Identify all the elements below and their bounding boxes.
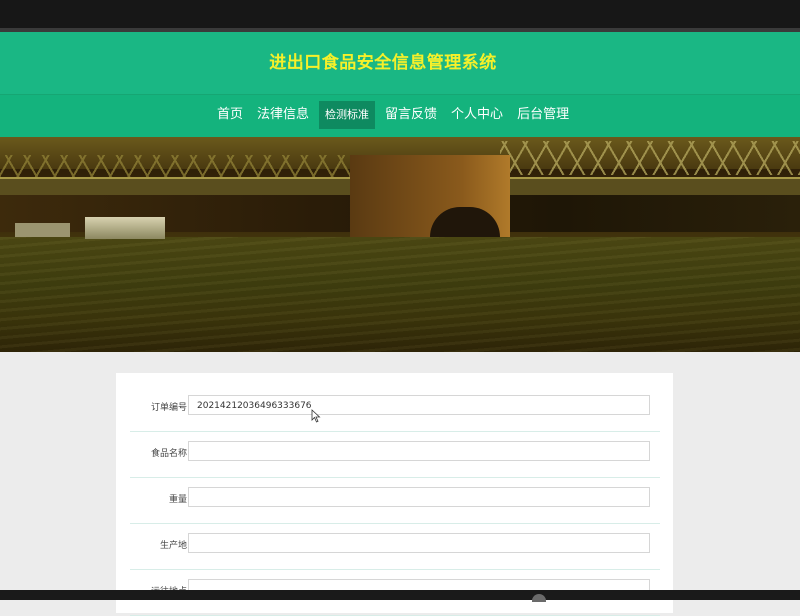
window-top-bar (0, 0, 800, 28)
banner-truss-left (0, 155, 350, 179)
mouse-cursor-icon (311, 409, 321, 423)
order-form: 订单编号： 20214212036496333676 食品名称： 重量： 生产地… (116, 373, 673, 616)
nav-item-home[interactable]: 首页 (213, 101, 247, 129)
weight-input[interactable] (188, 487, 650, 507)
banner-boat (85, 217, 165, 239)
form-row-origin: 生产地： (130, 523, 660, 570)
site-title: 进出口食品安全信息管理系统 (269, 53, 497, 73)
order-number-input[interactable]: 20214212036496333676 (188, 395, 650, 415)
nav-item-admin[interactable]: 后台管理 (513, 101, 573, 129)
form-row-order-number: 订单编号： 20214212036496333676 (130, 385, 660, 432)
food-name-label: 食品名称： (150, 449, 196, 459)
food-name-input[interactable] (188, 441, 650, 461)
nav-item-feedback[interactable]: 留言反馈 (381, 101, 441, 129)
banner-truss-right (500, 141, 800, 175)
banner-water-ripple (0, 237, 800, 352)
scroll-to-top-icon[interactable] (532, 594, 546, 602)
origin-label: 生产地： (159, 541, 196, 551)
nav-item-personal-center[interactable]: 个人中心 (447, 101, 507, 129)
window-bottom-bar (0, 590, 800, 600)
form-row-food-name: 食品名称： (130, 431, 660, 478)
nav-item-testing-standards[interactable]: 检测标准 (319, 101, 376, 129)
origin-input[interactable] (188, 533, 650, 553)
weight-label: 重量： (168, 495, 196, 505)
banner-image (0, 137, 800, 352)
form-row-weight: 重量： (130, 477, 660, 524)
order-number-label: 订单编号： (150, 403, 196, 413)
nav-items: 首页 法律信息 检测标准 留言反馈 个人中心 后台管理 (213, 101, 573, 129)
nav-item-legal-info[interactable]: 法律信息 (253, 101, 313, 129)
banner-boat-small (15, 223, 70, 237)
